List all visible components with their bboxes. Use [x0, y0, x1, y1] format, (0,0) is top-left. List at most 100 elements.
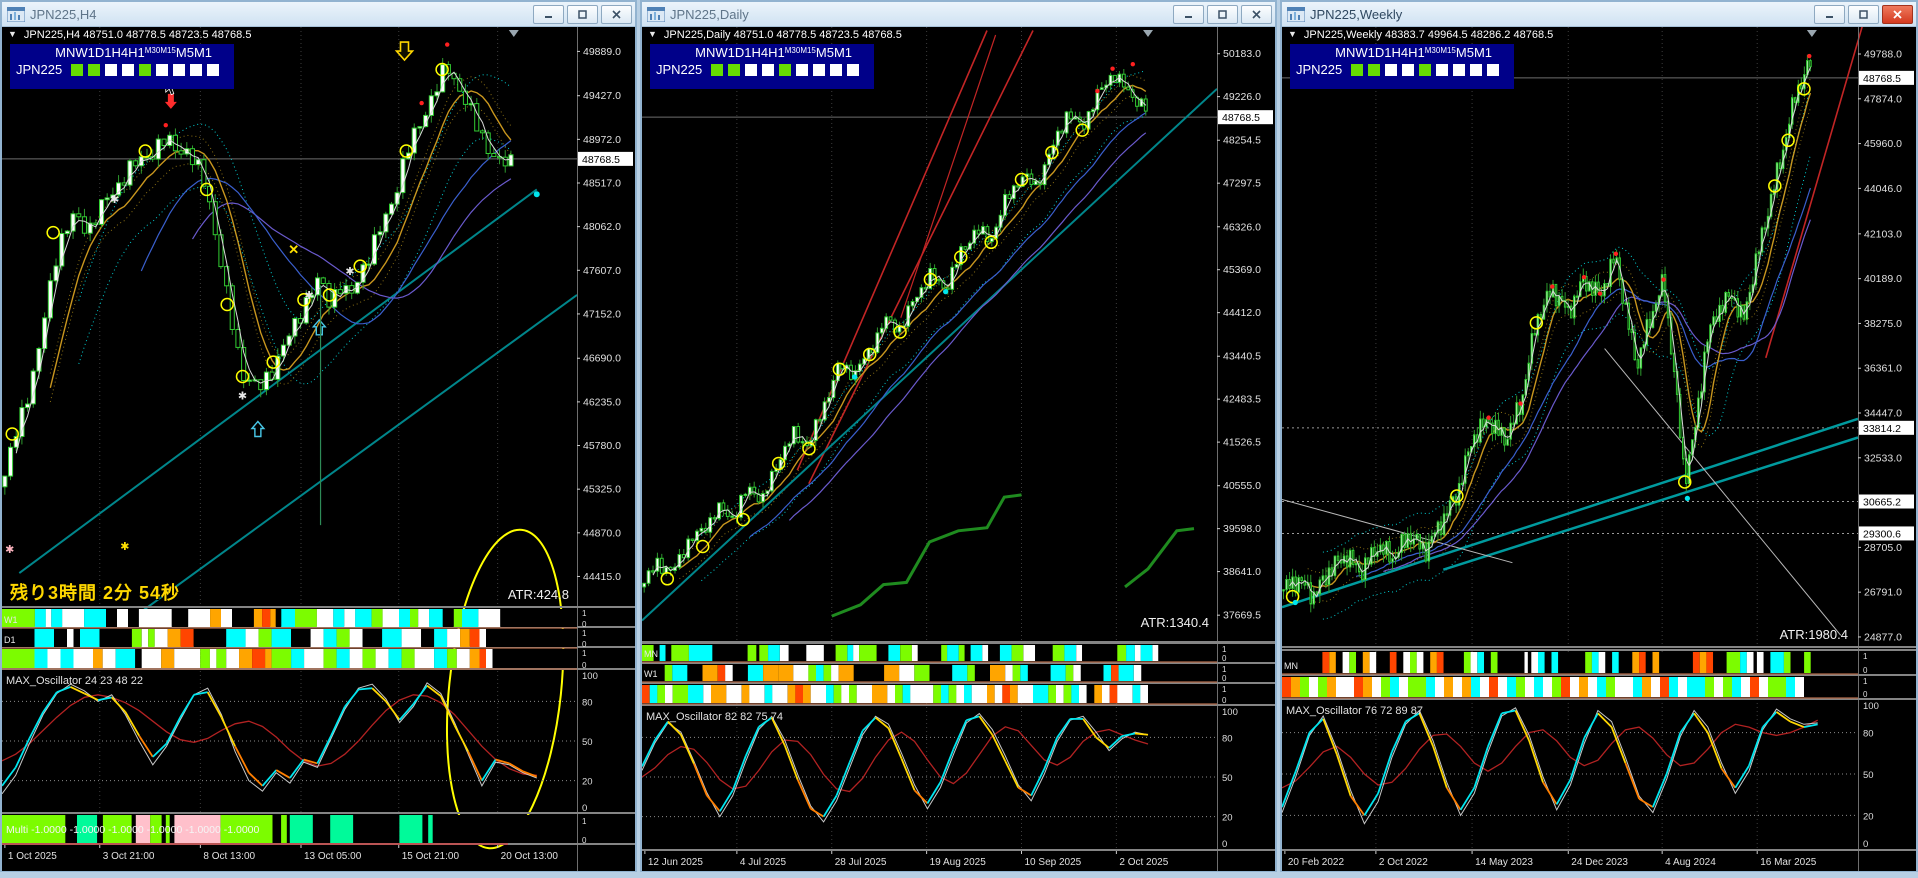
tf-m30[interactable]: M30: [785, 46, 801, 55]
tf-m15[interactable]: M15: [1440, 46, 1456, 55]
svg-text:0: 0: [582, 803, 587, 814]
svg-text:48517.0: 48517.0: [583, 178, 621, 190]
tf-status-square: [830, 63, 843, 76]
close-button[interactable]: [1882, 4, 1913, 24]
tf-m15[interactable]: M15: [160, 46, 176, 55]
svg-text:40555.0: 40555.0: [1223, 480, 1261, 492]
tf-status-square: [779, 63, 792, 76]
svg-text:46690.0: 46690.0: [583, 353, 621, 365]
timeframe-panel[interactable]: MN W1 D1 H4 H1 M30 M15 M5 M1 JPN225: [650, 44, 874, 89]
tf-status-square: [1453, 63, 1466, 76]
chart-window-weekly[interactable]: JPN225,Weekly 49788.0 47874.0 45960.0 44046…: [1280, 0, 1918, 872]
symbol-dropdown-arrow[interactable]: ▼: [648, 29, 657, 41]
chart-area[interactable]: ✕ ✱ ✱ ✱ ✱ ✱ ✱ 49889.0 49427.0 48972.0 48517.0 48062…: [2, 27, 635, 871]
svg-text:0: 0: [582, 640, 587, 649]
symbol-label: JPN225: [656, 62, 703, 77]
tf-h1[interactable]: H1: [768, 46, 785, 59]
tf-status-square: [796, 63, 809, 76]
svg-text:0: 0: [582, 836, 587, 845]
svg-text:8 Oct 13:00: 8 Oct 13:00: [203, 851, 255, 862]
tf-m1[interactable]: M1: [1474, 46, 1492, 59]
svg-text:49889.0: 49889.0: [583, 46, 621, 58]
restore-button[interactable]: [1207, 4, 1238, 24]
tf-m5[interactable]: M5: [816, 46, 834, 59]
svg-text:0: 0: [1222, 696, 1227, 705]
tf-h1[interactable]: H1: [128, 46, 145, 59]
symbol-dropdown-arrow[interactable]: ▼: [8, 29, 17, 41]
tf-h4[interactable]: H4: [112, 46, 129, 59]
svg-text:49427.0: 49427.0: [583, 90, 621, 102]
timeframe-status: JPN225: [656, 62, 868, 77]
tf-status-square: [105, 63, 118, 76]
svg-text:MN: MN: [1284, 661, 1298, 671]
minimize-button[interactable]: [533, 4, 564, 24]
svg-text:✱: ✱: [120, 541, 129, 553]
tf-w1[interactable]: W1: [75, 46, 95, 59]
minimize-button[interactable]: [1814, 4, 1845, 24]
chart-window-icon: [646, 6, 666, 22]
tf-h1[interactable]: H1: [1408, 46, 1425, 59]
svg-text:19 Aug 2025: 19 Aug 2025: [930, 857, 987, 868]
tf-mn[interactable]: MN: [695, 46, 715, 59]
restore-button[interactable]: [1848, 4, 1879, 24]
tf-h4[interactable]: H4: [752, 46, 769, 59]
tf-mn[interactable]: MN: [55, 46, 75, 59]
timeframe-panel[interactable]: MN W1 D1 H4 H1 M30 M15 M5 M1 JPN225: [1290, 44, 1514, 89]
tf-m15[interactable]: M15: [800, 46, 816, 55]
svg-text:0: 0: [1222, 654, 1227, 663]
svg-text:15 Oct 21:00: 15 Oct 21:00: [402, 851, 460, 862]
svg-text:16 Mar 2025: 16 Mar 2025: [1760, 857, 1817, 868]
tf-d1[interactable]: D1: [1375, 46, 1392, 59]
tf-mn[interactable]: MN: [1335, 46, 1355, 59]
minimize-button[interactable]: [1173, 4, 1204, 24]
close-button[interactable]: [601, 4, 632, 24]
window-titlebar[interactable]: JPN225,Weekly: [1282, 2, 1916, 27]
svg-text:100: 100: [1863, 701, 1879, 712]
timeframe-panel[interactable]: MN W1 D1 H4 H1 M30 M15 M5 M1 JPN225: [10, 44, 234, 89]
tf-w1[interactable]: W1: [715, 46, 735, 59]
tf-status-square: [1470, 63, 1483, 76]
close-button[interactable]: [1241, 4, 1272, 24]
tf-status-square: [1351, 63, 1364, 76]
restore-button[interactable]: [567, 4, 598, 24]
svg-text:45960.0: 45960.0: [1864, 138, 1902, 150]
window-titlebar[interactable]: JPN225,H4: [2, 2, 635, 27]
tf-d1[interactable]: D1: [95, 46, 112, 59]
timeframe-status: JPN225: [16, 62, 228, 77]
timeframe-labels: MN W1 D1 H4 H1 M30 M15 M5 M1: [1296, 46, 1508, 59]
svg-text:20: 20: [1863, 811, 1874, 822]
svg-text:0: 0: [582, 620, 587, 629]
svg-text:W1: W1: [4, 615, 18, 625]
bar-countdown-label: 残り3時間 2分 54秒: [10, 583, 181, 603]
tf-m1[interactable]: M1: [194, 46, 212, 59]
svg-text:✱: ✱: [345, 266, 354, 278]
svg-text:34447.0: 34447.0: [1864, 408, 1902, 420]
chart-window-daily[interactable]: JPN225,Daily 50183.0 49226.0 48254.5 47297.…: [640, 0, 1277, 872]
tf-status-square: [1385, 63, 1398, 76]
chart-area[interactable]: 49788.0 47874.0 45960.0 44046.0 42103.0 40189…: [1282, 27, 1916, 871]
tf-d1[interactable]: D1: [735, 46, 752, 59]
tf-m30[interactable]: M30: [145, 46, 161, 55]
symbol-dropdown-arrow[interactable]: ▼: [1288, 29, 1297, 41]
timeframe-labels: MN W1 D1 H4 H1 M30 M15 M5 M1: [656, 46, 868, 59]
svg-text:1: 1: [1863, 652, 1868, 661]
svg-text:37669.5: 37669.5: [1223, 610, 1261, 622]
svg-text:✕: ✕: [288, 242, 299, 257]
tf-m5[interactable]: M5: [1456, 46, 1474, 59]
tf-m1[interactable]: M1: [834, 46, 852, 59]
svg-text:MAX_Oscillator 82 82 75 74: MAX_Oscillator 82 82 75 74: [646, 711, 783, 723]
tf-m30[interactable]: M30: [1425, 46, 1441, 55]
svg-text:48768.5: 48768.5: [1863, 73, 1901, 85]
tf-w1[interactable]: W1: [1355, 46, 1375, 59]
atr-label: ATR:1340.4: [1140, 615, 1209, 630]
svg-text:47874.0: 47874.0: [1864, 93, 1902, 105]
tf-status-square: [762, 63, 775, 76]
svg-text:43440.5: 43440.5: [1223, 351, 1261, 363]
chart-area[interactable]: 50183.0 49226.0 48254.5 47297.5 46326.0 45369…: [642, 27, 1275, 871]
tf-h4[interactable]: H4: [1392, 46, 1409, 59]
svg-text:50: 50: [582, 737, 593, 748]
chart-window-h4[interactable]: JPN225,H4 ✕ ✱ ✱ ✱ ✱ ✱ ✱ 49889.0 49427.0 48972.0 48…: [0, 0, 637, 872]
chart-canvas: 49788.0 47874.0 45960.0 44046.0 42103.0 40189…: [1282, 27, 1916, 871]
window-titlebar[interactable]: JPN225,Daily: [642, 2, 1275, 27]
tf-m5[interactable]: M5: [176, 46, 194, 59]
